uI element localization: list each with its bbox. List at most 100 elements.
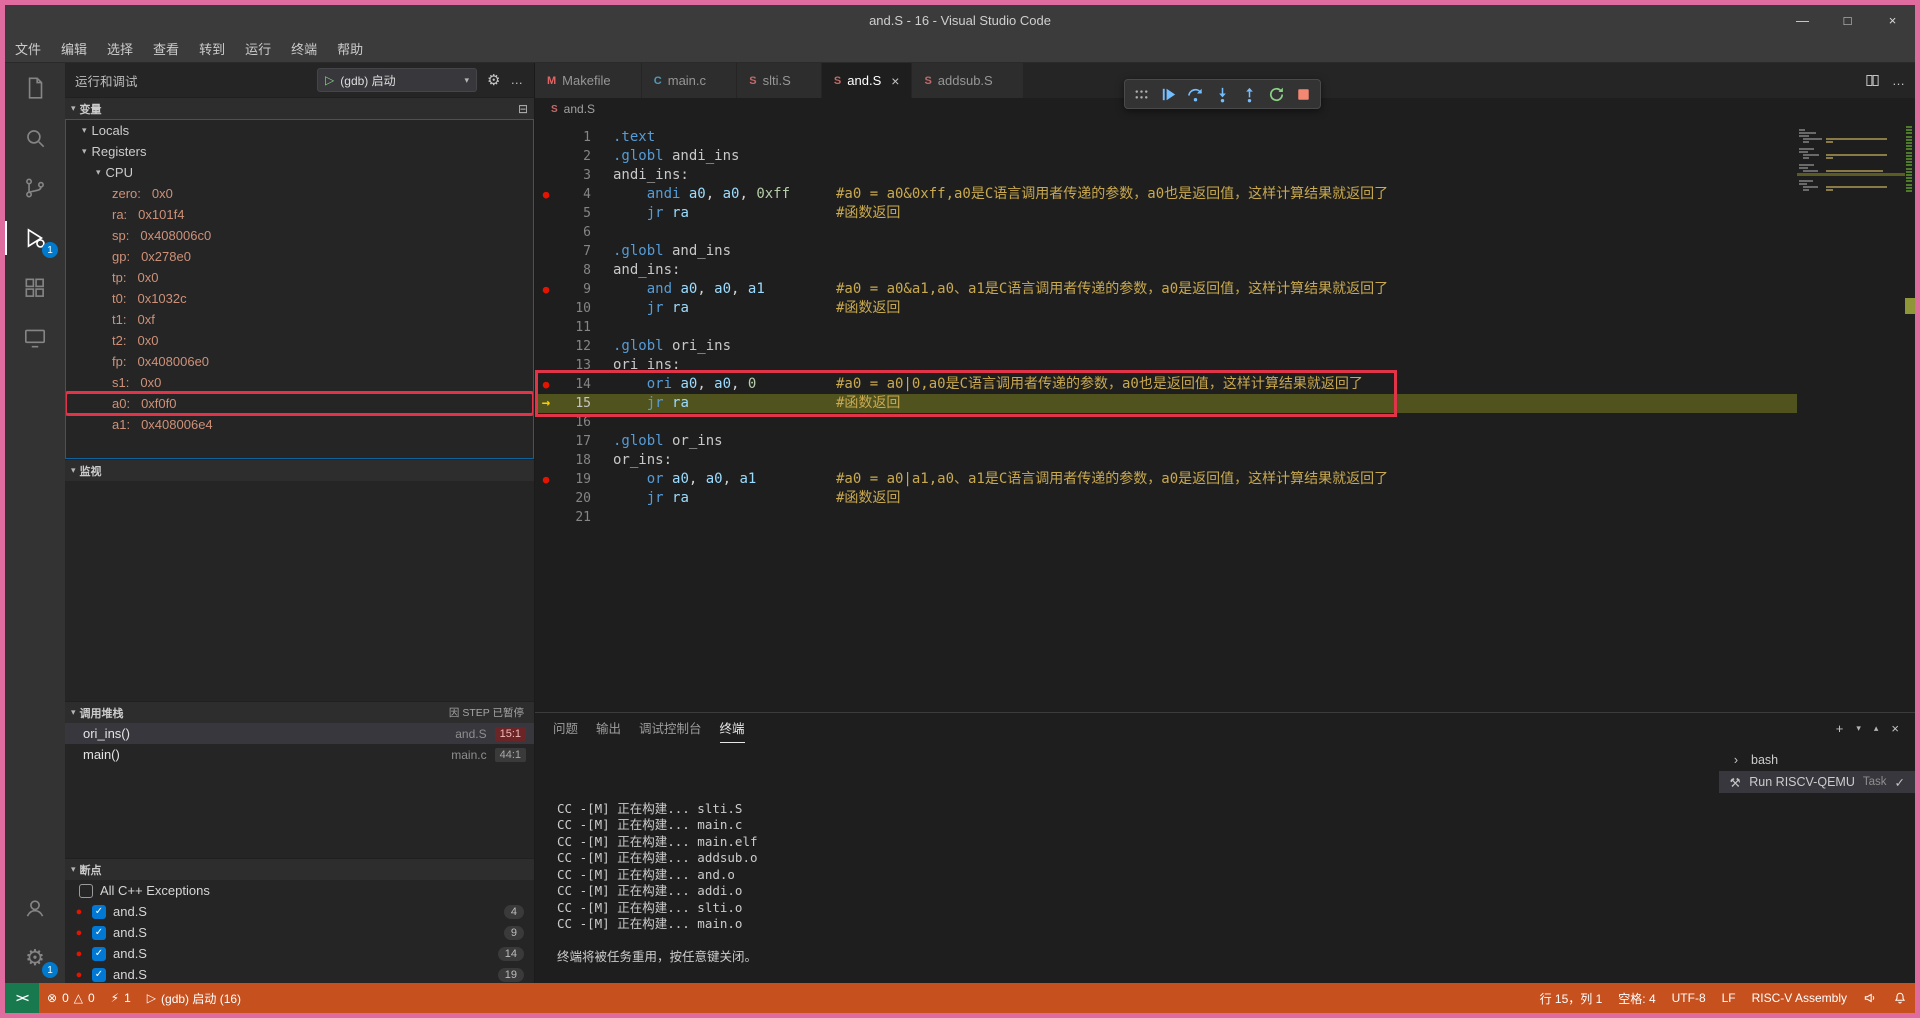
tree-item-locals[interactable]: ▾ Locals — [66, 120, 533, 141]
menu-item[interactable]: 终端 — [281, 35, 327, 62]
overview-ruler[interactable] — [1905, 120, 1915, 712]
editor-tab[interactable]: S and.S × — [822, 63, 913, 98]
gutter-glyph-margin[interactable] — [535, 489, 557, 508]
gutter-glyph-margin[interactable] — [535, 356, 557, 375]
debug-settings-gear-icon[interactable]: ⚙ — [487, 71, 500, 89]
register-row[interactable]: s1:0x0 — [66, 372, 533, 393]
tree-item-cpu[interactable]: ▾ CPU — [66, 162, 533, 183]
gutter-glyph-margin[interactable] — [535, 166, 557, 185]
step-over-button[interactable] — [1183, 82, 1208, 107]
menu-item[interactable]: 转到 — [189, 35, 235, 62]
chevron-down-icon[interactable]: ▾ — [1856, 723, 1861, 734]
gutter-glyph-margin[interactable] — [535, 147, 557, 166]
tree-item-registers[interactable]: ▾ Registers — [66, 141, 533, 162]
checkbox-checked[interactable]: ✓ — [92, 905, 106, 919]
continue-button[interactable] — [1156, 82, 1181, 107]
notifications-button[interactable] — [1885, 983, 1915, 1013]
sidebar-item-search[interactable] — [5, 113, 65, 163]
code-line[interactable]: 7.globl and_ins — [535, 242, 1915, 261]
gutter-glyph-margin[interactable] — [535, 128, 557, 147]
checkbox-checked[interactable]: ✓ — [92, 947, 106, 961]
problems-status[interactable]: ⊗ 0 △ 0 — [39, 983, 103, 1013]
breakpoint-dot[interactable]: ● — [535, 470, 557, 489]
breakpoint-row[interactable]: ● ✓ and.S 4 — [65, 901, 534, 922]
menu-item[interactable]: 文件 — [5, 35, 51, 62]
more-actions-icon[interactable]: … — [511, 73, 525, 87]
sidebar-item-explorer[interactable] — [5, 63, 65, 113]
terminal-list-item[interactable]: ⚒ Run RISCV-QEMU Task ✓ — [1719, 771, 1915, 793]
sidebar-item-debug[interactable]: 1 — [5, 213, 65, 263]
terminal-list-item[interactable]: › bash — [1719, 749, 1915, 771]
language-mode[interactable]: RISC-V Assembly — [1744, 983, 1855, 1013]
code-line[interactable]: ●4 andi a0, a0, 0xff#a0 = a0&0xff,a0是C语言… — [535, 185, 1915, 204]
checkbox-unchecked[interactable] — [79, 884, 93, 898]
ports-status[interactable]: ⚡ 1 — [103, 983, 139, 1013]
code-line[interactable]: ●9 and a0, a0, a1#a0 = a0&a1,a0、a1是C语言调用… — [535, 280, 1915, 299]
code-line[interactable]: 11 — [535, 318, 1915, 337]
sidebar-item-extensions[interactable] — [5, 263, 65, 313]
toolbar-drag-handle[interactable] — [1129, 82, 1154, 107]
code-line[interactable]: 5 jr ra#函数返回 — [535, 204, 1915, 223]
gutter-glyph-margin[interactable] — [535, 242, 557, 261]
minimap[interactable] — [1797, 124, 1905, 712]
watch-section-header[interactable]: ▾ 监视 — [65, 459, 534, 481]
start-debug-icon[interactable]: ▷ — [325, 73, 334, 87]
gutter-glyph-margin[interactable] — [535, 261, 557, 280]
close-button[interactable]: × — [1870, 5, 1915, 35]
code-line[interactable]: →15 jr ra#函数返回 — [535, 394, 1915, 413]
sidebar-item-remote-explorer[interactable] — [5, 313, 65, 363]
gutter-glyph-margin[interactable] — [535, 432, 557, 451]
gutter-glyph-margin[interactable] — [535, 413, 557, 432]
register-row[interactable]: a1:0x408006e4 — [66, 414, 533, 435]
register-row[interactable]: tp:0x0 — [66, 267, 533, 288]
gutter-glyph-margin[interactable] — [535, 451, 557, 470]
encoding-setting[interactable]: UTF-8 — [1664, 983, 1714, 1013]
settings-button[interactable]: ⚙ 1 — [5, 933, 65, 983]
menu-item[interactable]: 选择 — [97, 35, 143, 62]
code-line[interactable]: 2.globl andi_ins — [535, 147, 1915, 166]
checkbox-checked[interactable]: ✓ — [92, 968, 106, 982]
code-line[interactable]: 3andi_ins: — [535, 166, 1915, 185]
breakpoints-section-header[interactable]: ▾ 断点 — [65, 858, 534, 880]
code-line[interactable]: ●14 ori a0, a0, 0#a0 = a0|0,a0是C语言调用者传递的… — [535, 375, 1915, 394]
panel-tab[interactable]: 问题 — [553, 713, 578, 743]
launch-config-dropdown[interactable]: ▷ (gdb) 启动 ▾ — [317, 68, 477, 92]
register-row[interactable]: t1:0xf — [66, 309, 533, 330]
code-line[interactable]: 21 — [535, 508, 1915, 527]
exception-breakpoint-row[interactable]: All C++ Exceptions — [65, 880, 534, 901]
register-row[interactable]: t0:0x1032c — [66, 288, 533, 309]
variables-section-header[interactable]: ▾ 变量 ⊟ — [65, 97, 534, 119]
panel-tab[interactable]: 调试控制台 — [639, 713, 702, 743]
breakpoint-row[interactable]: ● ✓ and.S 9 — [65, 922, 534, 943]
register-row[interactable]: gp:0x278e0 — [66, 246, 533, 267]
account-button[interactable] — [5, 883, 65, 933]
editor-tab[interactable]: C main.c × — [642, 63, 737, 98]
register-row[interactable]: t2:0x0 — [66, 330, 533, 351]
menu-item[interactable]: 运行 — [235, 35, 281, 62]
gutter-glyph-margin[interactable] — [535, 508, 557, 527]
gutter-glyph-margin[interactable] — [535, 337, 557, 356]
gutter-glyph-margin[interactable] — [535, 204, 557, 223]
code-line[interactable]: 12.globl ori_ins — [535, 337, 1915, 356]
call-stack-section-header[interactable]: ▾ 调用堆栈 因 STEP 已暂停 — [65, 701, 534, 723]
maximize-panel-icon[interactable]: ▴ — [1874, 723, 1879, 734]
step-into-button[interactable] — [1210, 82, 1235, 107]
checkbox-checked[interactable]: ✓ — [92, 926, 106, 940]
menu-item[interactable]: 查看 — [143, 35, 189, 62]
code-line[interactable]: 10 jr ra#函数返回 — [535, 299, 1915, 318]
indent-setting[interactable]: 空格: 4 — [1610, 983, 1663, 1013]
code-line[interactable]: 8and_ins: — [535, 261, 1915, 280]
sidebar-item-source-control[interactable] — [5, 163, 65, 213]
register-row[interactable]: sp:0x408006c0 — [66, 225, 533, 246]
feedback-button[interactable] — [1855, 983, 1885, 1013]
code-line[interactable]: 6 — [535, 223, 1915, 242]
code-line[interactable]: 1.text — [535, 128, 1915, 147]
stop-button[interactable] — [1291, 82, 1316, 107]
editor-tab[interactable]: S addsub.S × — [912, 63, 1023, 98]
editor-tab[interactable]: S slti.S × — [737, 63, 822, 98]
step-out-button[interactable] — [1237, 82, 1262, 107]
remote-indicator[interactable]: >< — [5, 983, 39, 1013]
breakpoint-dot[interactable]: ● — [535, 375, 557, 394]
register-row[interactable]: a0:0xf0f0 — [66, 393, 533, 414]
collapse-all-icon[interactable]: ⊟ — [518, 102, 528, 116]
